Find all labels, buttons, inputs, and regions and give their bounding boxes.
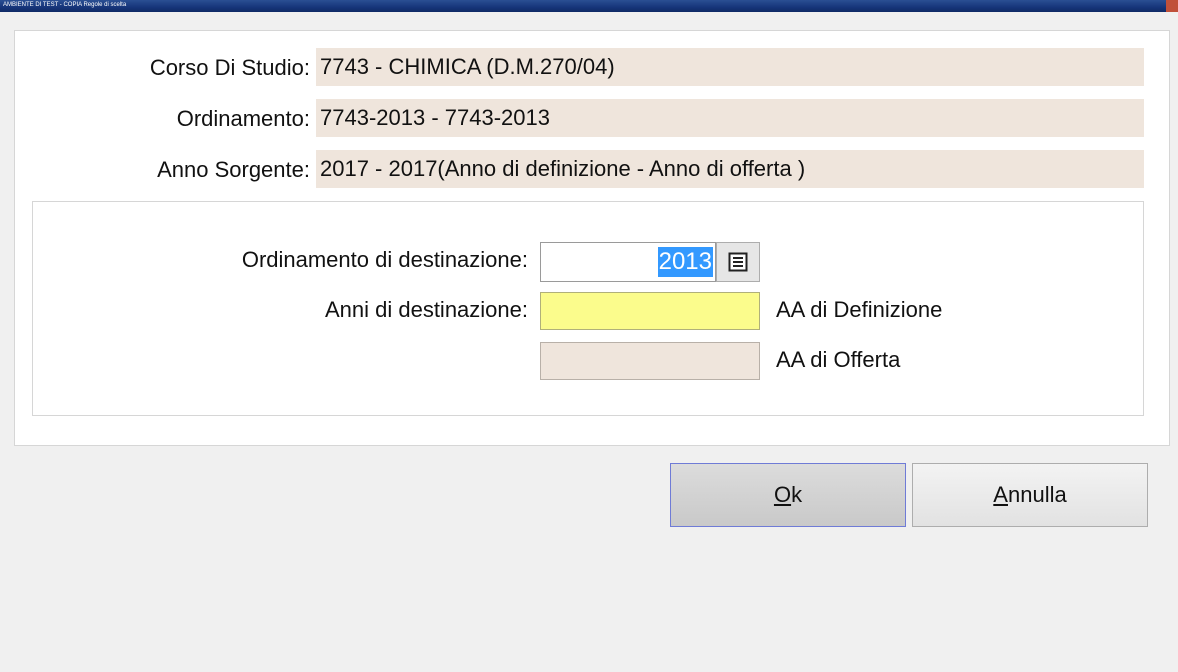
window-title: AMBIENTE DI TEST - COPIA Regole di scelt… (3, 2, 127, 8)
aa-definizione-label: AA di Definizione (776, 297, 943, 322)
anno-sorgente-label: Anno Sorgente: (157, 157, 310, 182)
ok-label-rest: k (791, 482, 803, 507)
corso-label: Corso Di Studio: (149, 55, 310, 80)
anni-dest-label: Anni di destinazione: (324, 297, 528, 322)
ordinamento-dest-input[interactable]: 2013 (540, 242, 716, 282)
cancel-button[interactable]: Annulla (912, 463, 1148, 527)
ordinamento-value: 7743-2013 - 7743-2013 (316, 99, 1144, 137)
close-icon[interactable] (1166, 0, 1178, 12)
title-bar: AMBIENTE DI TEST - COPIA Regole di scelt… (0, 0, 1178, 12)
aa-offerta-input[interactable] (540, 342, 760, 380)
ordinamento-dest-value: 2013 (657, 247, 713, 277)
list-icon (728, 252, 748, 272)
ordinamento-label: Ordinamento: (176, 106, 310, 131)
ok-mnemonic: O (773, 482, 792, 507)
corso-value: 7743 - CHIMICA (D.M.270/04) (316, 48, 1144, 86)
anno-sorgente-value: 2017 - 2017(Anno di definizione - Anno d… (316, 150, 1144, 188)
lookup-button[interactable] (716, 242, 760, 282)
cancel-label-rest: nnulla (1007, 482, 1067, 507)
ok-button[interactable]: Ok (670, 463, 906, 527)
anni-dest-input[interactable] (540, 292, 760, 330)
aa-offerta-label: AA di Offerta (776, 347, 901, 372)
cancel-mnemonic: A (993, 482, 1008, 507)
ordinamento-dest-label: Ordinamento di destinazione: (241, 247, 528, 272)
